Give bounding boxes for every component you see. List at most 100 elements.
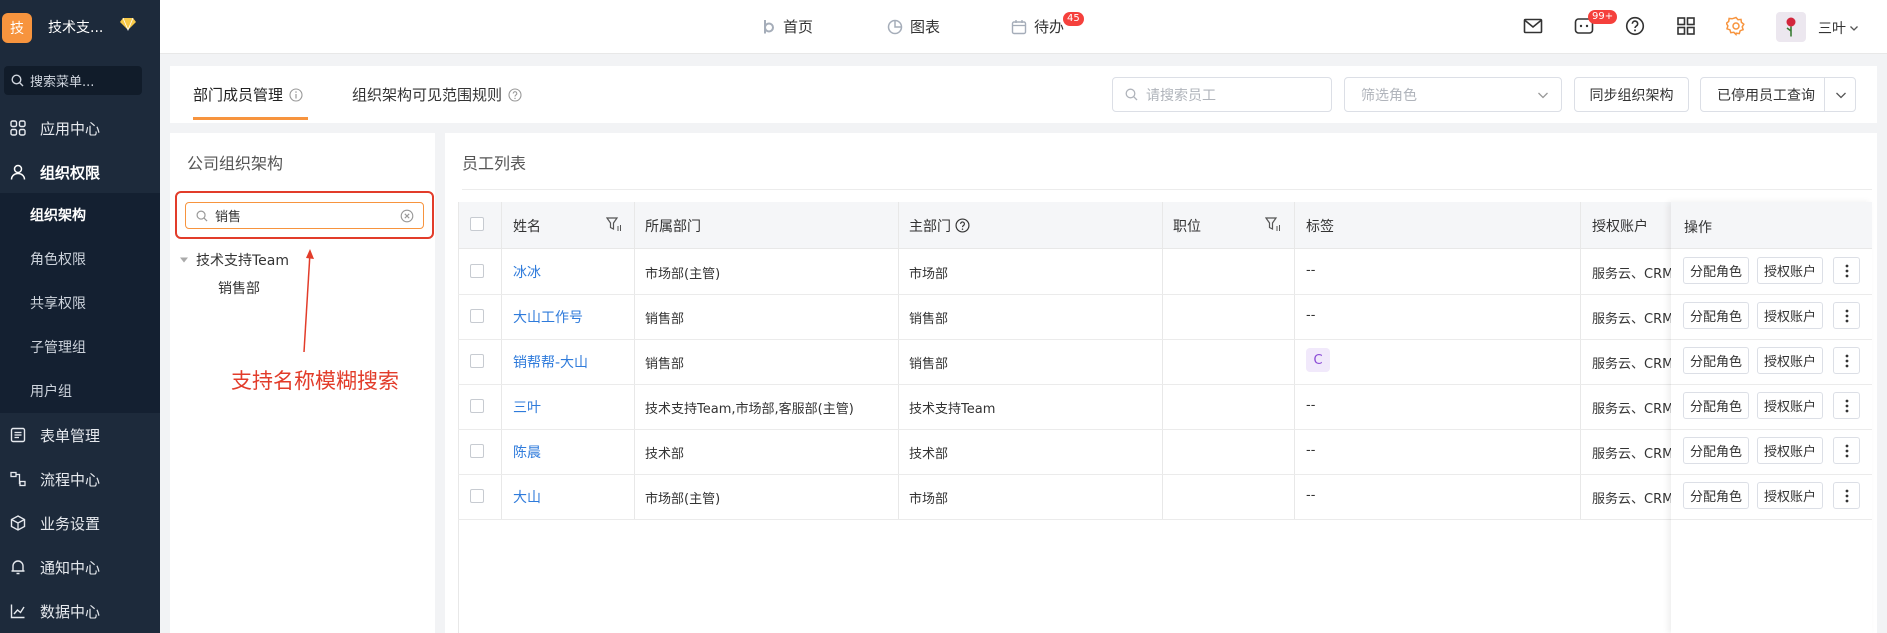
menu-label: 组织权限 <box>40 163 101 182</box>
employee-main-department: 销售部 <box>909 312 949 327</box>
authorize-account-button[interactable]: 授权账户 <box>1757 437 1823 464</box>
more-actions-button[interactable] <box>1833 257 1860 284</box>
chart-icon <box>10 603 26 619</box>
employee-department: 技术支持Team,市场部,客服部(主管) <box>645 402 854 417</box>
submenu-item-user-groups[interactable]: 用户组 <box>0 369 160 413</box>
more-actions-button[interactable] <box>1833 347 1860 374</box>
menu-item-org-permissions[interactable]: 组织权限 <box>0 150 160 194</box>
submenu-item-shared-permissions[interactable]: 共享权限 <box>0 281 160 325</box>
more-actions-button[interactable] <box>1833 437 1860 464</box>
row-divider <box>1671 519 1872 520</box>
filter-icon[interactable] <box>1265 216 1281 232</box>
dropdown-chevron-icon[interactable] <box>1835 90 1847 100</box>
employee-name-link[interactable]: 冰冰 <box>513 262 541 282</box>
employee-authorized-accounts: 服务云、CRM <box>1592 312 1671 327</box>
row-checkbox[interactable] <box>470 264 484 278</box>
authorize-account-button[interactable]: 授权账户 <box>1757 257 1823 284</box>
avatar[interactable] <box>1776 12 1806 42</box>
apps-grid-icon[interactable] <box>1676 16 1696 36</box>
authorize-account-button[interactable]: 授权账户 <box>1757 392 1823 419</box>
authorize-account-button[interactable]: 授权账户 <box>1757 482 1823 509</box>
submenu-item-org-structure[interactable]: 组织架构 <box>0 193 160 237</box>
row-divider <box>458 294 1872 295</box>
employee-name-link[interactable]: 陈晨 <box>513 442 541 462</box>
disabled-employee-query-button[interactable]: 已停用员工查询 <box>1700 77 1856 112</box>
row-divider <box>1671 384 1872 385</box>
menu-search-placeholder: 搜索菜单... <box>30 75 95 90</box>
nav-charts[interactable]: 图表 <box>887 16 940 37</box>
employee-tag: -- <box>1306 263 1316 278</box>
info-icon <box>289 87 303 102</box>
employee-name-link[interactable]: 大山 <box>513 487 541 507</box>
assign-role-button[interactable]: 分配角色 <box>1683 347 1749 374</box>
assign-role-button[interactable]: 分配角色 <box>1683 257 1749 284</box>
tab-visibility-rules[interactable]: 组织架构可见范围规则 <box>352 66 522 123</box>
employee-tag: -- <box>1306 308 1316 323</box>
submenu-item-role-permissions[interactable]: 角色权限 <box>0 237 160 281</box>
org-tree-search-input[interactable]: 销售 <box>185 202 424 229</box>
column-label: 职位 <box>1173 218 1201 235</box>
employee-main-department: 技术支持Team <box>909 402 996 417</box>
assign-role-button[interactable]: 分配角色 <box>1683 392 1749 419</box>
tree-node-tech-support-team[interactable]: 技术支持Team <box>180 250 289 270</box>
rose-avatar-icon <box>1782 16 1800 38</box>
filter-icon[interactable] <box>606 216 622 232</box>
more-actions-button[interactable] <box>1833 482 1860 509</box>
submenu-item-sub-admin-groups[interactable]: 子管理组 <box>0 325 160 369</box>
menu-search-input[interactable]: 搜索菜单... <box>4 66 142 95</box>
grid-icon <box>10 120 26 136</box>
nav-todo[interactable]: 待办 <box>1011 16 1064 37</box>
tab-department-members[interactable]: 部门成员管理 <box>193 66 303 123</box>
org-switcher[interactable]: 技 技术支... <box>0 0 160 54</box>
more-actions-button[interactable] <box>1833 302 1860 329</box>
more-vertical-icon <box>1845 399 1849 413</box>
more-vertical-icon <box>1845 354 1849 368</box>
more-actions-button[interactable] <box>1833 392 1860 419</box>
menu-item-app-center[interactable]: 应用中心 <box>0 106 160 150</box>
todo-count-badge: 45 <box>1063 12 1084 26</box>
employee-name-link[interactable]: 大山工作号 <box>513 307 583 327</box>
role-filter-select[interactable]: 筛选角色 <box>1344 77 1562 112</box>
tree-node-sales-dept[interactable]: 销售部 <box>218 278 260 298</box>
org-logo: 技 <box>2 13 32 43</box>
clear-circle-icon[interactable] <box>400 209 414 223</box>
operations-column: 操作 分配角色 授权账户 分配角色 授权账户 分配角色 授权账户 分配角色 授权… <box>1671 202 1872 633</box>
assign-role-button[interactable]: 分配角色 <box>1683 437 1749 464</box>
menu-item-business-settings[interactable]: 业务设置 <box>0 501 160 545</box>
employee-department: 市场部(主管) <box>645 492 721 507</box>
menu-item-data-center[interactable]: 数据中心 <box>0 589 160 633</box>
employee-name-link[interactable]: 三叶 <box>513 397 541 417</box>
column-label: 授权账户 <box>1592 218 1648 235</box>
employee-name-link[interactable]: 销帮帮-大山 <box>513 352 588 372</box>
sync-org-button[interactable]: 同步组织架构 <box>1574 77 1689 112</box>
help-circle-icon[interactable] <box>955 218 970 233</box>
menu-item-notification-center[interactable]: 通知中心 <box>0 545 160 589</box>
assign-role-button[interactable]: 分配角色 <box>1683 302 1749 329</box>
menu-item-process-center[interactable]: 流程中心 <box>0 457 160 501</box>
authorize-account-button[interactable]: 授权账户 <box>1757 302 1823 329</box>
select-all-checkbox[interactable] <box>470 217 484 231</box>
annotation-text: 支持名称模糊搜索 <box>231 369 399 393</box>
menu-label: 流程中心 <box>40 470 101 489</box>
employee-search-input[interactable]: 请搜索员工 <box>1112 77 1332 112</box>
row-checkbox[interactable] <box>470 354 484 368</box>
menu-item-form-management[interactable]: 表单管理 <box>0 413 160 457</box>
row-checkbox[interactable] <box>470 444 484 458</box>
row-checkbox[interactable] <box>470 309 484 323</box>
search-icon <box>11 74 24 87</box>
row-divider <box>458 339 1872 340</box>
row-checkbox[interactable] <box>470 489 484 503</box>
authorize-account-button[interactable]: 授权账户 <box>1757 347 1823 374</box>
nav-home[interactable]: 首页 <box>762 16 813 37</box>
assign-role-button[interactable]: 分配角色 <box>1683 482 1749 509</box>
column-divider <box>1294 202 1295 519</box>
settings-gear-icon[interactable] <box>1726 16 1746 36</box>
tree-node-label: 技术支持Team <box>196 253 290 269</box>
mail-icon[interactable] <box>1523 16 1543 36</box>
row-divider <box>458 429 1872 430</box>
row-divider <box>1671 339 1872 340</box>
user-menu[interactable]: 三叶 <box>1818 18 1859 38</box>
row-checkbox[interactable] <box>470 399 484 413</box>
help-icon[interactable] <box>1625 16 1645 36</box>
employee-main-department: 市场部 <box>909 267 949 282</box>
